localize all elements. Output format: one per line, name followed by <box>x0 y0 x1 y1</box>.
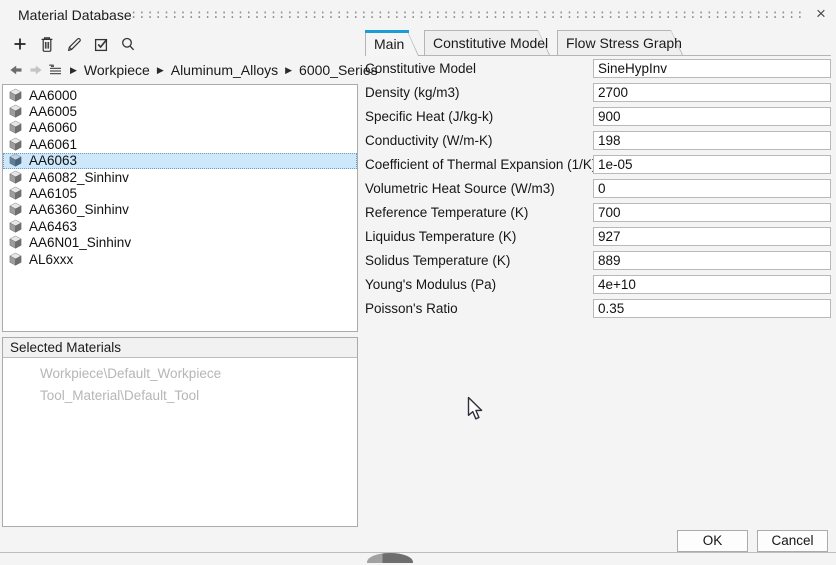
reference-temperature-field[interactable] <box>593 203 831 222</box>
selected-material-item[interactable]: Tool_Material\Default_Tool <box>3 385 357 407</box>
density-field[interactable] <box>593 83 831 102</box>
mouse-cursor-icon <box>467 396 486 423</box>
material-label: AA6463 <box>29 219 77 234</box>
background-object <box>367 553 413 563</box>
material-cube-icon <box>8 202 23 217</box>
constitutive-model-field[interactable] <box>593 59 831 78</box>
breadcrumb-separator-icon: ▶ <box>68 65 79 76</box>
cancel-button[interactable]: Cancel <box>757 530 828 552</box>
poissons-ratio-field[interactable] <box>593 299 831 318</box>
material-list: AA6000 AA6005 AA6060 AA6061 AA6063 AA608… <box>2 84 358 332</box>
list-view-icon[interactable] <box>48 63 63 78</box>
field-label: Volumetric Heat Source (W/m3) <box>365 178 555 200</box>
material-label: AA6063 <box>29 153 77 168</box>
material-label: AA6360_Sinhinv <box>29 202 129 217</box>
list-item-selected[interactable]: AA6063 <box>3 153 357 169</box>
conductivity-field[interactable] <box>593 131 831 150</box>
tab-label: Main <box>374 30 404 55</box>
list-item[interactable]: AA6082_Sinhinv <box>3 169 357 185</box>
material-label: AA6082_Sinhinv <box>29 170 129 185</box>
volumetric-heat-source-field[interactable] <box>593 179 831 198</box>
tab-underline <box>409 55 831 56</box>
list-item[interactable]: AA6060 <box>3 120 357 136</box>
breadcrumb-separator-icon: ▶ <box>155 65 166 76</box>
field-label: Young's Modulus (Pa) <box>365 274 496 296</box>
title-bar: Material Database ::::::::::::::::::::::… <box>0 0 836 28</box>
material-label: AA6000 <box>29 88 77 103</box>
back-arrow-icon[interactable] <box>8 63 23 78</box>
material-cube-icon <box>8 88 23 103</box>
material-cube-icon <box>8 137 23 152</box>
window-title: Material Database <box>18 7 132 23</box>
list-item[interactable]: AA6061 <box>3 136 357 152</box>
breadcrumb-item-workpiece[interactable]: Workpiece <box>84 62 150 78</box>
material-cube-icon <box>8 104 23 119</box>
breadcrumb: ▶ Workpiece ▶ Aluminum_Alloys ▶ 6000_Ser… <box>8 59 378 81</box>
field-label: Specific Heat (J/kg-k) <box>365 106 493 128</box>
field-label: Poisson's Ratio <box>365 298 458 320</box>
selected-material-item[interactable]: Workpiece\Default_Workpiece <box>3 363 357 385</box>
field-label: Constitutive Model <box>365 58 476 80</box>
field-label: Conductivity (W/m-K) <box>365 130 493 152</box>
list-item[interactable]: AA6360_Sinhinv <box>3 202 357 218</box>
material-cube-icon <box>8 235 23 250</box>
solidus-temperature-field[interactable] <box>593 251 831 270</box>
material-label: AA6005 <box>29 104 77 119</box>
tab-bar: Main Constitutive Model Flow Stress Grap… <box>0 30 836 57</box>
field-label: Density (kg/m3) <box>365 82 460 104</box>
forward-arrow-icon[interactable] <box>28 63 43 78</box>
tab-label: Flow Stress Graph <box>566 30 682 55</box>
list-item[interactable]: AA6005 <box>3 103 357 119</box>
breadcrumb-separator-icon: ▶ <box>283 65 294 76</box>
list-item[interactable]: AA6105 <box>3 185 357 201</box>
list-item[interactable]: AA6N01_Sinhinv <box>3 235 357 251</box>
ok-button[interactable]: OK <box>677 530 748 552</box>
drag-handle[interactable]: ::::::::::::::::::::::::::::::::::::::::… <box>130 4 806 24</box>
material-cube-icon <box>8 170 23 185</box>
list-item[interactable]: AA6463 <box>3 218 357 234</box>
field-label: Coefficient of Thermal Expansion (1/K) <box>365 154 596 176</box>
list-item[interactable]: AA6000 <box>3 87 357 103</box>
material-cube-icon <box>8 153 23 168</box>
material-label: AA6060 <box>29 120 77 135</box>
material-label: AA6N01_Sinhinv <box>29 235 131 250</box>
tab-constitutive-model[interactable]: Constitutive Model <box>424 30 550 55</box>
liquidus-temperature-field[interactable] <box>593 227 831 246</box>
dialog-bottom-edge <box>0 552 836 553</box>
tab-label: Constitutive Model <box>433 30 548 55</box>
tab-main[interactable]: Main <box>365 30 419 56</box>
breadcrumb-item-aluminum-alloys[interactable]: Aluminum_Alloys <box>171 62 278 78</box>
material-database-dialog: Material Database ::::::::::::::::::::::… <box>0 0 836 565</box>
selected-materials-panel: Selected Materials Workpiece\Default_Wor… <box>2 337 358 527</box>
field-label: Reference Temperature (K) <box>365 202 528 224</box>
list-item[interactable]: AL6xxx <box>3 251 357 267</box>
field-label: Solidus Temperature (K) <box>365 250 510 272</box>
selected-materials-header: Selected Materials <box>3 338 357 358</box>
material-cube-icon <box>8 219 23 234</box>
close-icon[interactable]: × <box>810 3 832 25</box>
material-cube-icon <box>8 252 23 267</box>
material-label: AL6xxx <box>29 252 73 267</box>
material-cube-icon <box>8 120 23 135</box>
field-label: Liquidus Temperature (K) <box>365 226 516 248</box>
material-cube-icon <box>8 186 23 201</box>
youngs-modulus-field[interactable] <box>593 275 831 294</box>
tab-flow-stress-graph[interactable]: Flow Stress Graph <box>557 30 683 55</box>
material-label: AA6105 <box>29 186 77 201</box>
material-label: AA6061 <box>29 137 77 152</box>
thermal-expansion-field[interactable] <box>593 155 831 174</box>
specific-heat-field[interactable] <box>593 107 831 126</box>
